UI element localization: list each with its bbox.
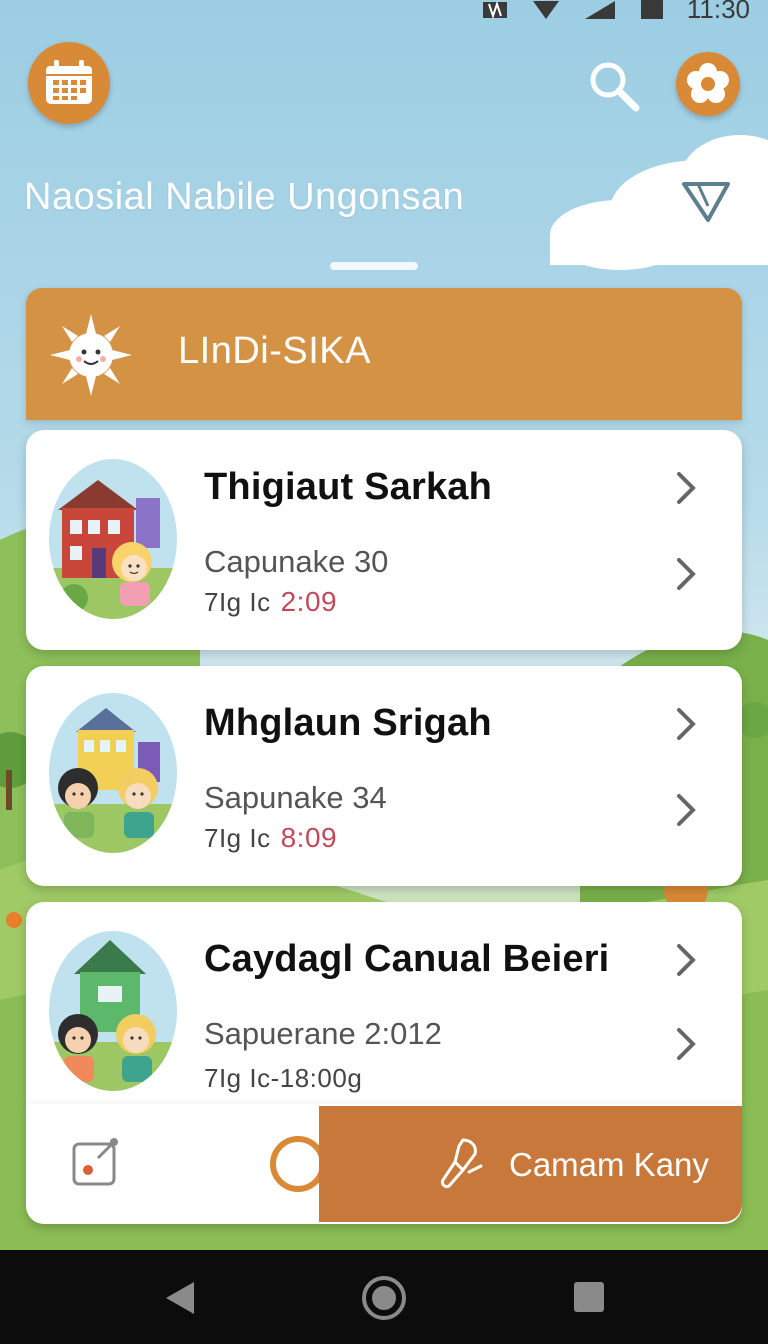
item-subtitle: Sapunake 34 <box>204 780 387 815</box>
calendar-button[interactable] <box>28 42 110 124</box>
settings-button[interactable] <box>676 52 740 116</box>
signal-icon <box>584 0 615 19</box>
app-title: Naosial Nabile Ungonsan <box>24 176 465 218</box>
chevron-right-icon[interactable] <box>674 942 700 978</box>
cta-label: Camam Kany <box>509 1146 709 1183</box>
item-meta: 7Ig Ic 2:09 <box>204 586 337 618</box>
sun-icon <box>50 314 132 396</box>
wifi-icon <box>532 0 559 19</box>
item-name: Thigiaut Sarkah <box>204 466 493 508</box>
toggle-ring[interactable] <box>270 1136 326 1192</box>
search-icon <box>590 62 640 112</box>
item-meta: 7Ig Ic-18:00g <box>204 1062 372 1094</box>
drag-handle[interactable] <box>330 262 418 270</box>
filter-icon <box>682 182 730 222</box>
item-time: 2:09 <box>280 586 338 617</box>
house-avatar-image <box>49 693 177 853</box>
item-name: Caydagl Canual Beieri <box>204 938 610 980</box>
cta-button[interactable]: Camam Kany <box>319 1106 742 1222</box>
flower-settings-icon <box>687 63 729 103</box>
system-nav-bar <box>0 1250 768 1344</box>
search-button[interactable] <box>586 58 642 114</box>
battery-icon <box>640 0 663 19</box>
item-meta-label: 7Ig Ic <box>204 823 271 853</box>
item-meta-label: 7Ig Ic <box>204 587 271 617</box>
action-bar: Camam Kany <box>26 1104 742 1224</box>
recents-icon[interactable] <box>574 1282 604 1312</box>
chevron-right-icon[interactable] <box>674 556 700 592</box>
chevron-right-icon[interactable] <box>674 1026 700 1062</box>
edit-icon <box>72 1138 118 1186</box>
edit-button[interactable] <box>68 1134 124 1190</box>
item-time: 8:09 <box>280 822 338 853</box>
item-meta: 7Ig Ic 8:09 <box>204 822 337 854</box>
back-icon[interactable] <box>164 1280 198 1316</box>
chevron-right-icon[interactable] <box>674 470 700 506</box>
filter-button[interactable] <box>680 176 732 228</box>
status-icons: 11:30 <box>481 0 750 25</box>
status-time: 11:30 <box>686 0 750 24</box>
item-meta-label: 7Ig Ic-18:00g <box>204 1063 363 1093</box>
list-item[interactable]: Thigiaut Sarkah Capunake 30 7Ig Ic 2:09 <box>26 430 742 650</box>
item-subtitle: Sapuerane 2:012 <box>204 1016 442 1051</box>
house-avatar-image <box>49 459 177 619</box>
data-icon <box>482 0 507 19</box>
chevron-right-icon[interactable] <box>674 792 700 828</box>
list-item[interactable]: Mhglaun Srigah Sapunake 34 7Ig Ic 8:09 <box>26 666 742 886</box>
item-subtitle: Capunake 30 <box>204 544 389 579</box>
section-header: LInDi-SIKA <box>26 288 742 420</box>
home-icon[interactable] <box>362 1276 406 1320</box>
chevron-right-icon[interactable] <box>674 706 700 742</box>
brush-icon <box>441 1138 483 1188</box>
list-item[interactable]: Caydagl Canual Beieri Sapuerane 2:012 7I… <box>26 902 742 1104</box>
calendar-icon <box>46 60 92 104</box>
section-title: LInDi-SIKA <box>178 330 371 372</box>
house-avatar-image <box>49 931 177 1091</box>
status-bar: 11:30 <box>0 0 768 24</box>
item-name: Mhglaun Srigah <box>204 702 492 744</box>
